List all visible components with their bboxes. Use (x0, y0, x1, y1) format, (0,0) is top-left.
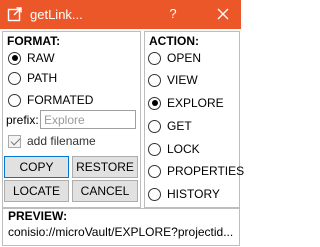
format-option-label: RAW (27, 51, 55, 65)
radio-button[interactable] (148, 187, 161, 201)
format-heading: FORMAT: (7, 34, 61, 48)
preview-text: conisio://microVault/EXPLORE?projectid..… (8, 225, 234, 239)
format-option-formated[interactable]: FORMATED (8, 92, 93, 108)
action-option-explore[interactable]: EXPLORE (148, 95, 224, 111)
action-option-lock[interactable]: LOCK (148, 141, 200, 157)
title-bar: getLink... ? (0, 0, 241, 29)
close-icon (217, 8, 229, 20)
window-title: getLink... (30, 7, 83, 22)
copy-button[interactable]: COPY (4, 156, 69, 178)
prefix-input[interactable] (40, 110, 136, 129)
action-option-label: LOCK (167, 142, 200, 156)
locate-button[interactable]: LOCATE (4, 180, 69, 202)
action-option-get[interactable]: GET (148, 118, 192, 134)
radio-button[interactable] (148, 142, 161, 156)
format-option-path[interactable]: PATH (8, 70, 57, 86)
action-option-history[interactable]: HISTORY (148, 186, 220, 202)
action-option-label: PROPERTIES (167, 164, 245, 178)
prefix-label: prefix: (6, 113, 39, 127)
action-option-label: OPEN (167, 51, 202, 65)
external-link-icon (7, 7, 22, 22)
radio-button[interactable] (8, 51, 21, 65)
close-button[interactable] (205, 0, 241, 29)
action-option-label: EXPLORE (167, 96, 224, 110)
cancel-button[interactable]: CANCEL (72, 180, 138, 202)
action-option-view[interactable]: VIEW (148, 72, 198, 88)
action-option-open[interactable]: OPEN (148, 50, 201, 66)
action-option-properties[interactable]: PROPERTIES (148, 163, 244, 179)
format-option-label: FORMATED (27, 93, 94, 107)
add-filename-label: add filename (27, 134, 96, 148)
action-heading: ACTION: (149, 34, 199, 48)
add-filename-option[interactable]: add filename (8, 133, 96, 149)
restore-button[interactable]: RESTORE (72, 156, 138, 178)
action-option-label: VIEW (167, 73, 198, 87)
radio-button[interactable] (148, 164, 161, 178)
radio-button[interactable] (8, 93, 21, 107)
radio-button[interactable] (148, 119, 161, 133)
format-option-raw[interactable]: RAW (8, 50, 55, 66)
preview-heading: PREVIEW: (8, 209, 68, 223)
radio-button[interactable] (148, 73, 161, 87)
action-option-label: GET (167, 119, 192, 133)
radio-button[interactable] (148, 96, 161, 110)
help-button[interactable]: ? (166, 5, 180, 23)
format-option-label: PATH (27, 71, 58, 85)
radio-button[interactable] (8, 71, 21, 85)
action-option-label: HISTORY (167, 187, 220, 201)
radio-button[interactable] (148, 51, 161, 65)
add-filename-checkbox[interactable] (8, 134, 21, 148)
